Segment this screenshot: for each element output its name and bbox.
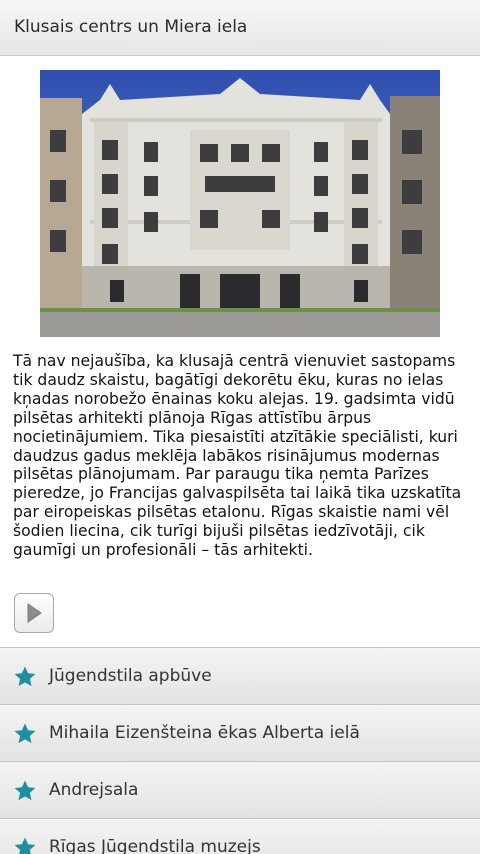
play-icon (27, 603, 42, 623)
play-button[interactable] (14, 593, 54, 633)
list-item-label: Andrejsala (49, 780, 139, 800)
star-icon (14, 723, 36, 744)
list-item[interactable]: Mihaila Eizenšteina ēkas Alberta ielā (0, 704, 480, 761)
list-item[interactable]: Rīgas Jūgendstila muzejs (0, 818, 480, 854)
star-icon (14, 666, 36, 687)
list-item[interactable]: Jūgendstila apbūve (0, 647, 480, 704)
related-places-list: Jūgendstila apbūve Mihaila Eizenšteina ē… (0, 647, 480, 854)
page-title: Klusais centrs un Miera iela (14, 17, 248, 37)
list-item-label: Jūgendstila apbūve (49, 666, 212, 686)
list-item-label: Mihaila Eizenšteina ēkas Alberta ielā (49, 723, 360, 743)
star-icon (14, 780, 36, 801)
description-text: Tā nav nejaušība, ka klusajā centrā vien… (13, 352, 462, 560)
building-photo (40, 70, 440, 337)
star-icon (14, 837, 36, 854)
list-item-label: Rīgas Jūgendstila muzejs (49, 837, 261, 854)
list-item[interactable]: Andrejsala (0, 761, 480, 818)
app-header: Klusais centrs un Miera iela (0, 0, 480, 56)
